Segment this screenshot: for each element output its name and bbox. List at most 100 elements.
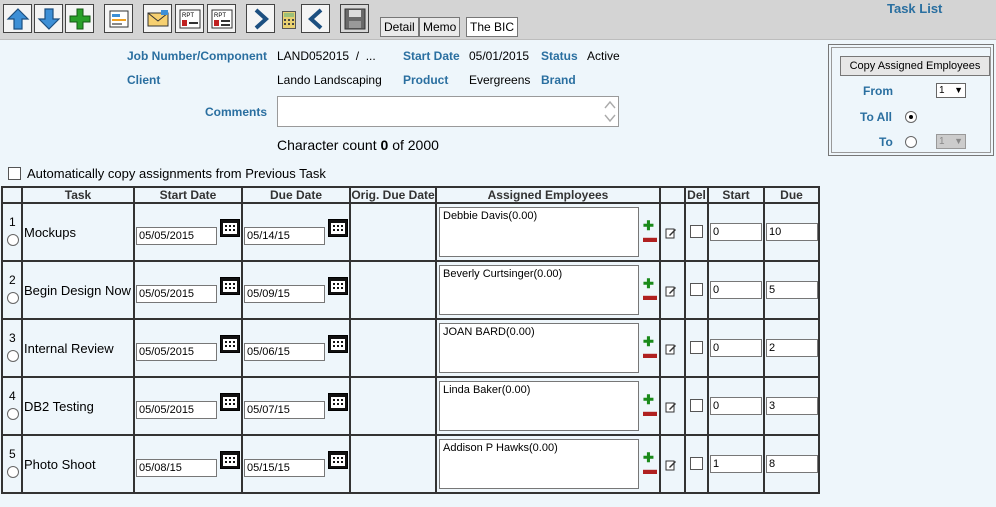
task-name: Photo Shoot (24, 457, 96, 472)
due-date-input[interactable]: 05/15/15 (244, 459, 325, 477)
to-select[interactable]: 1 ▼ (936, 134, 966, 149)
due-date-input[interactable]: 05/09/15 (244, 285, 325, 303)
remove-employee-icon[interactable]: ▬ (643, 288, 657, 302)
calendar-icon[interactable] (220, 451, 240, 469)
previous-button[interactable] (301, 4, 330, 33)
task-list-link[interactable]: Task List (887, 1, 942, 16)
report-alt-button[interactable]: RPT (207, 4, 236, 33)
email-icon (147, 9, 168, 26)
save-icon (344, 8, 365, 29)
memo-button[interactable]: Memo (419, 17, 461, 37)
start-offset-input[interactable]: 1 (710, 455, 762, 473)
to-radio[interactable] (905, 136, 917, 148)
calendar-icon[interactable] (328, 393, 348, 411)
save-button[interactable] (340, 4, 369, 33)
delete-checkbox[interactable] (690, 399, 703, 412)
calendar-icon[interactable] (220, 393, 240, 411)
delete-checkbox[interactable] (690, 283, 703, 296)
assigned-employees-cell: Linda Baker(0.00) ✚ ▬ (435, 376, 661, 436)
down-arrow-icon (37, 7, 60, 30)
assigned-employees-list[interactable]: JOAN BARD(0.00) (439, 323, 639, 373)
calendar-icon[interactable] (328, 451, 348, 469)
calendar-icon[interactable] (328, 277, 348, 295)
row-select-radio[interactable] (7, 350, 19, 362)
edit-icon[interactable] (665, 401, 677, 413)
start-date-input[interactable]: 05/05/2015 (136, 401, 217, 419)
calendar-icon[interactable] (220, 335, 240, 353)
start-offset-input[interactable]: 0 (710, 281, 762, 299)
delete-checkbox[interactable] (690, 341, 703, 354)
assigned-employees-cell: Addison P Hawks(0.00) ✚ ▬ (435, 434, 661, 494)
assigned-employees-list[interactable]: Debbie Davis(0.00) (439, 207, 639, 257)
due-offset-input[interactable]: 8 (766, 455, 818, 473)
task-name: Begin Design Now (24, 283, 131, 298)
doc-icon (109, 10, 128, 27)
orig-due-date-cell (349, 202, 437, 262)
row-select-radio[interactable] (7, 292, 19, 304)
char-count-suffix: of 2000 (392, 137, 439, 153)
start-date-input[interactable]: 05/08/15 (136, 459, 217, 477)
to-select-value: 1 (939, 136, 945, 147)
due-date-input[interactable]: 05/07/15 (244, 401, 325, 419)
row-number: 1 (9, 215, 16, 229)
remove-employee-icon[interactable]: ▬ (643, 462, 657, 476)
start-offset-cell: 0 (707, 376, 765, 436)
edit-cell (659, 318, 686, 378)
start-date-input[interactable]: 05/05/2015 (136, 343, 217, 361)
start-date-input[interactable]: 05/05/2015 (136, 227, 217, 245)
comments-textarea[interactable] (277, 96, 619, 127)
document-button[interactable] (104, 4, 133, 33)
row-select-radio[interactable] (7, 408, 19, 420)
assigned-employees-list[interactable]: Beverly Curtsinger(0.00) (439, 265, 639, 315)
to-all-radio[interactable] (905, 111, 917, 123)
report2-icon: RPT (211, 9, 232, 28)
due-date-cell: 05/09/15 (241, 260, 351, 320)
due-date-input[interactable]: 05/06/15 (244, 343, 325, 361)
toolbar: RPT RPT Detail Memo The BIC Task List (0, 0, 996, 40)
add-task-button[interactable] (65, 4, 94, 33)
assigned-employees-list[interactable]: Addison P Hawks(0.00) (439, 439, 639, 489)
calendar-icon[interactable] (328, 335, 348, 353)
edit-icon[interactable] (665, 459, 677, 471)
remove-employee-icon[interactable]: ▬ (643, 346, 657, 360)
edit-icon[interactable] (665, 343, 677, 355)
email-button[interactable] (143, 4, 172, 33)
due-offset-input[interactable]: 10 (766, 223, 818, 241)
remove-employee-icon[interactable]: ▬ (643, 404, 657, 418)
detail-button[interactable]: Detail (380, 17, 419, 37)
move-up-button[interactable] (3, 4, 32, 33)
start-offset-input[interactable]: 0 (710, 223, 762, 241)
due-offset-input[interactable]: 3 (766, 397, 818, 415)
due-offset-input[interactable]: 2 (766, 339, 818, 357)
auto-copy-checkbox[interactable] (8, 167, 21, 180)
due-offset-input[interactable]: 5 (766, 281, 818, 299)
report-button[interactable]: RPT (175, 4, 204, 33)
header-start-date: Start Date (133, 186, 243, 204)
move-down-button[interactable] (34, 4, 63, 33)
remove-employee-icon[interactable]: ▬ (643, 230, 657, 244)
calculator-button[interactable] (282, 11, 296, 32)
row-select-radio[interactable] (7, 234, 19, 246)
from-select[interactable]: 1 ▼ (936, 83, 966, 98)
brand-label: Brand (541, 73, 576, 87)
assigned-employees-list[interactable]: Linda Baker(0.00) (439, 381, 639, 431)
delete-checkbox[interactable] (690, 225, 703, 238)
copy-assigned-employees-button[interactable]: Copy Assigned Employees (840, 56, 990, 76)
next-button[interactable] (246, 4, 275, 33)
start-offset-input[interactable]: 0 (710, 339, 762, 357)
bic-button[interactable]: The BIC (466, 17, 519, 37)
edit-icon[interactable] (665, 227, 677, 239)
due-date-input[interactable]: 05/14/15 (244, 227, 325, 245)
header-orig-due-date: Orig. Due Date (349, 186, 437, 204)
calendar-icon[interactable] (220, 277, 240, 295)
delete-checkbox[interactable] (690, 457, 703, 470)
due-date-cell: 05/14/15 (241, 202, 351, 262)
start-offset-input[interactable]: 0 (710, 397, 762, 415)
start-date-input[interactable]: 05/05/2015 (136, 285, 217, 303)
start-date-label: Start Date (403, 49, 460, 63)
edit-icon[interactable] (665, 285, 677, 297)
scroll-arrows-icon[interactable] (604, 99, 616, 124)
calendar-icon[interactable] (328, 219, 348, 237)
calendar-icon[interactable] (220, 219, 240, 237)
row-select-radio[interactable] (7, 466, 19, 478)
